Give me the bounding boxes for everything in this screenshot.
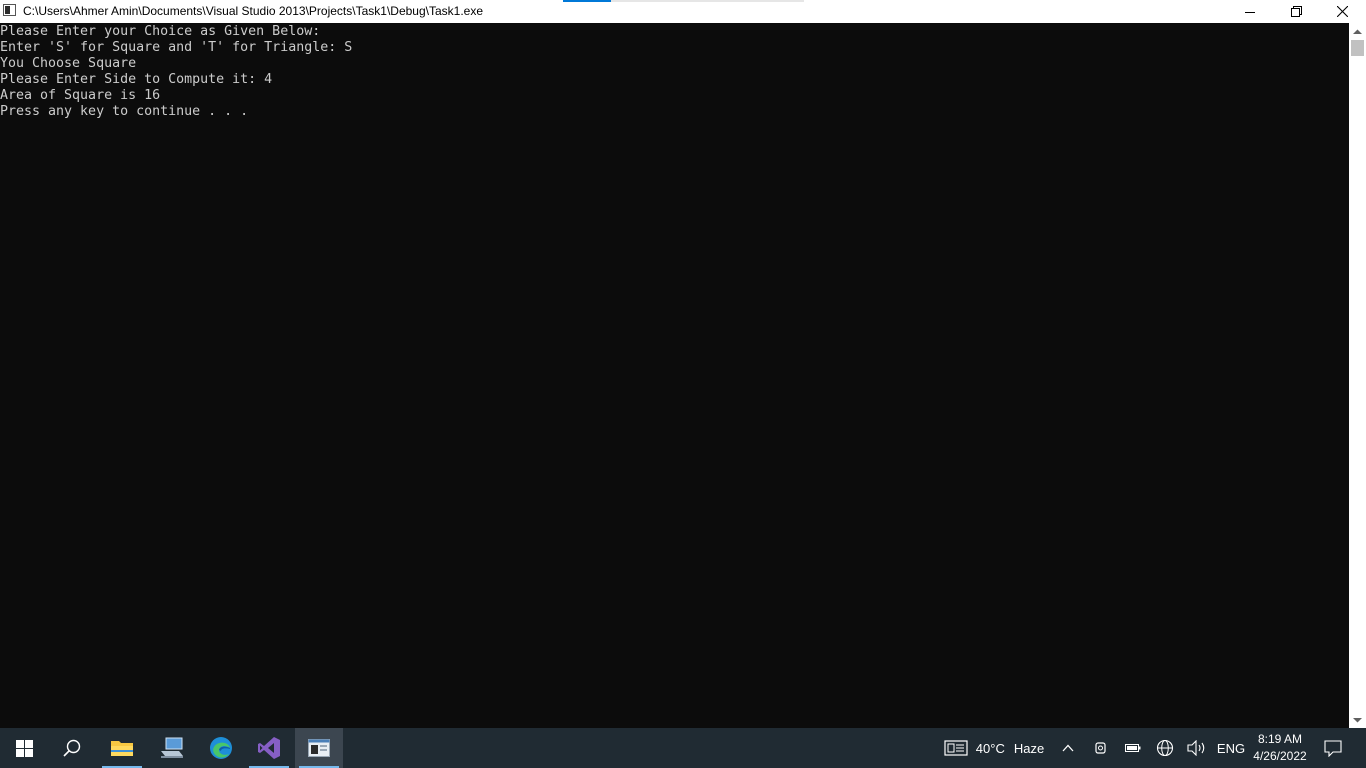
restore-button[interactable] [1273,0,1319,23]
taskbar-progress-indicator [563,0,804,2]
weather-temperature: 40°C [975,740,1005,756]
close-button[interactable] [1319,0,1365,23]
edge-button[interactable] [197,728,245,768]
weather-haze-icon [944,740,968,756]
minimize-button[interactable] [1227,0,1273,23]
console-line: You Choose Square [0,56,137,71]
console-line: Area of Square is 16 [0,88,161,103]
meet-now-button[interactable] [1089,728,1113,768]
network-computer-button[interactable] [148,728,196,768]
scroll-up-button[interactable] [1349,23,1366,40]
clock[interactable]: 8:19 AM 4/26/2022 [1246,731,1314,765]
clock-date: 4/26/2022 [1253,749,1307,763]
progress-fill [563,0,612,2]
edge-icon [210,737,232,759]
console-app-icon [308,739,330,757]
console-app-button[interactable] [295,728,343,768]
network-computer-icon [161,737,183,758]
speaker-icon [1187,740,1205,756]
restore-icon [1290,6,1302,17]
clock-time: 8:19 AM [1257,732,1303,746]
chevron-down-icon [1353,717,1362,722]
volume-button[interactable] [1185,728,1209,768]
camera-icon [1095,742,1106,754]
console-line: Please Enter Side to Compute it: 4 [0,72,273,87]
windows-start-icon [15,739,33,757]
notification-icon [1324,739,1342,757]
console-window-icon[interactable] [3,4,16,16]
globe-icon [1156,739,1174,757]
show-hidden-icons-button[interactable] [1056,728,1080,768]
search-icon [63,739,81,757]
close-icon [1336,6,1348,17]
window-title: C:\Users\Ahmer Amin\Documents\Visual Stu… [23,4,483,18]
minimize-icon [1245,11,1255,13]
console-line: Press any key to continue . . . [0,104,249,119]
battery-icon [1125,744,1141,752]
visual-studio-icon [258,737,280,759]
console-line: Enter 'S' for Square and 'T' for Triangl… [0,40,353,55]
console-output[interactable]: Please Enter your Choice as Given Below:… [0,23,1349,728]
battery-button[interactable] [1121,728,1145,768]
scrollbar-thumb[interactable] [1351,40,1364,56]
visual-studio-button[interactable] [245,728,293,768]
weather-widget[interactable]: 40°C Haze [938,728,1050,768]
notifications-button[interactable] [1320,728,1346,768]
search-button[interactable] [48,728,96,768]
file-explorer-button[interactable] [98,728,146,768]
chevron-up-icon [1062,744,1074,752]
weather-condition: Haze [1013,740,1045,756]
start-button[interactable] [0,728,48,768]
window-titlebar[interactable]: C:\Users\Ahmer Amin\Documents\Visual Stu… [0,0,1366,23]
chevron-up-icon [1353,29,1362,34]
vertical-scrollbar[interactable] [1349,23,1366,728]
taskbar: 40°C Haze ENG 8:19 AM 4/26/2022 [0,728,1366,768]
file-explorer-icon [111,741,133,756]
input-language-button[interactable]: ENG [1214,728,1248,768]
network-button[interactable] [1153,728,1177,768]
scroll-down-button[interactable] [1349,711,1366,728]
console-line: Please Enter your Choice as Given Below: [0,24,321,39]
